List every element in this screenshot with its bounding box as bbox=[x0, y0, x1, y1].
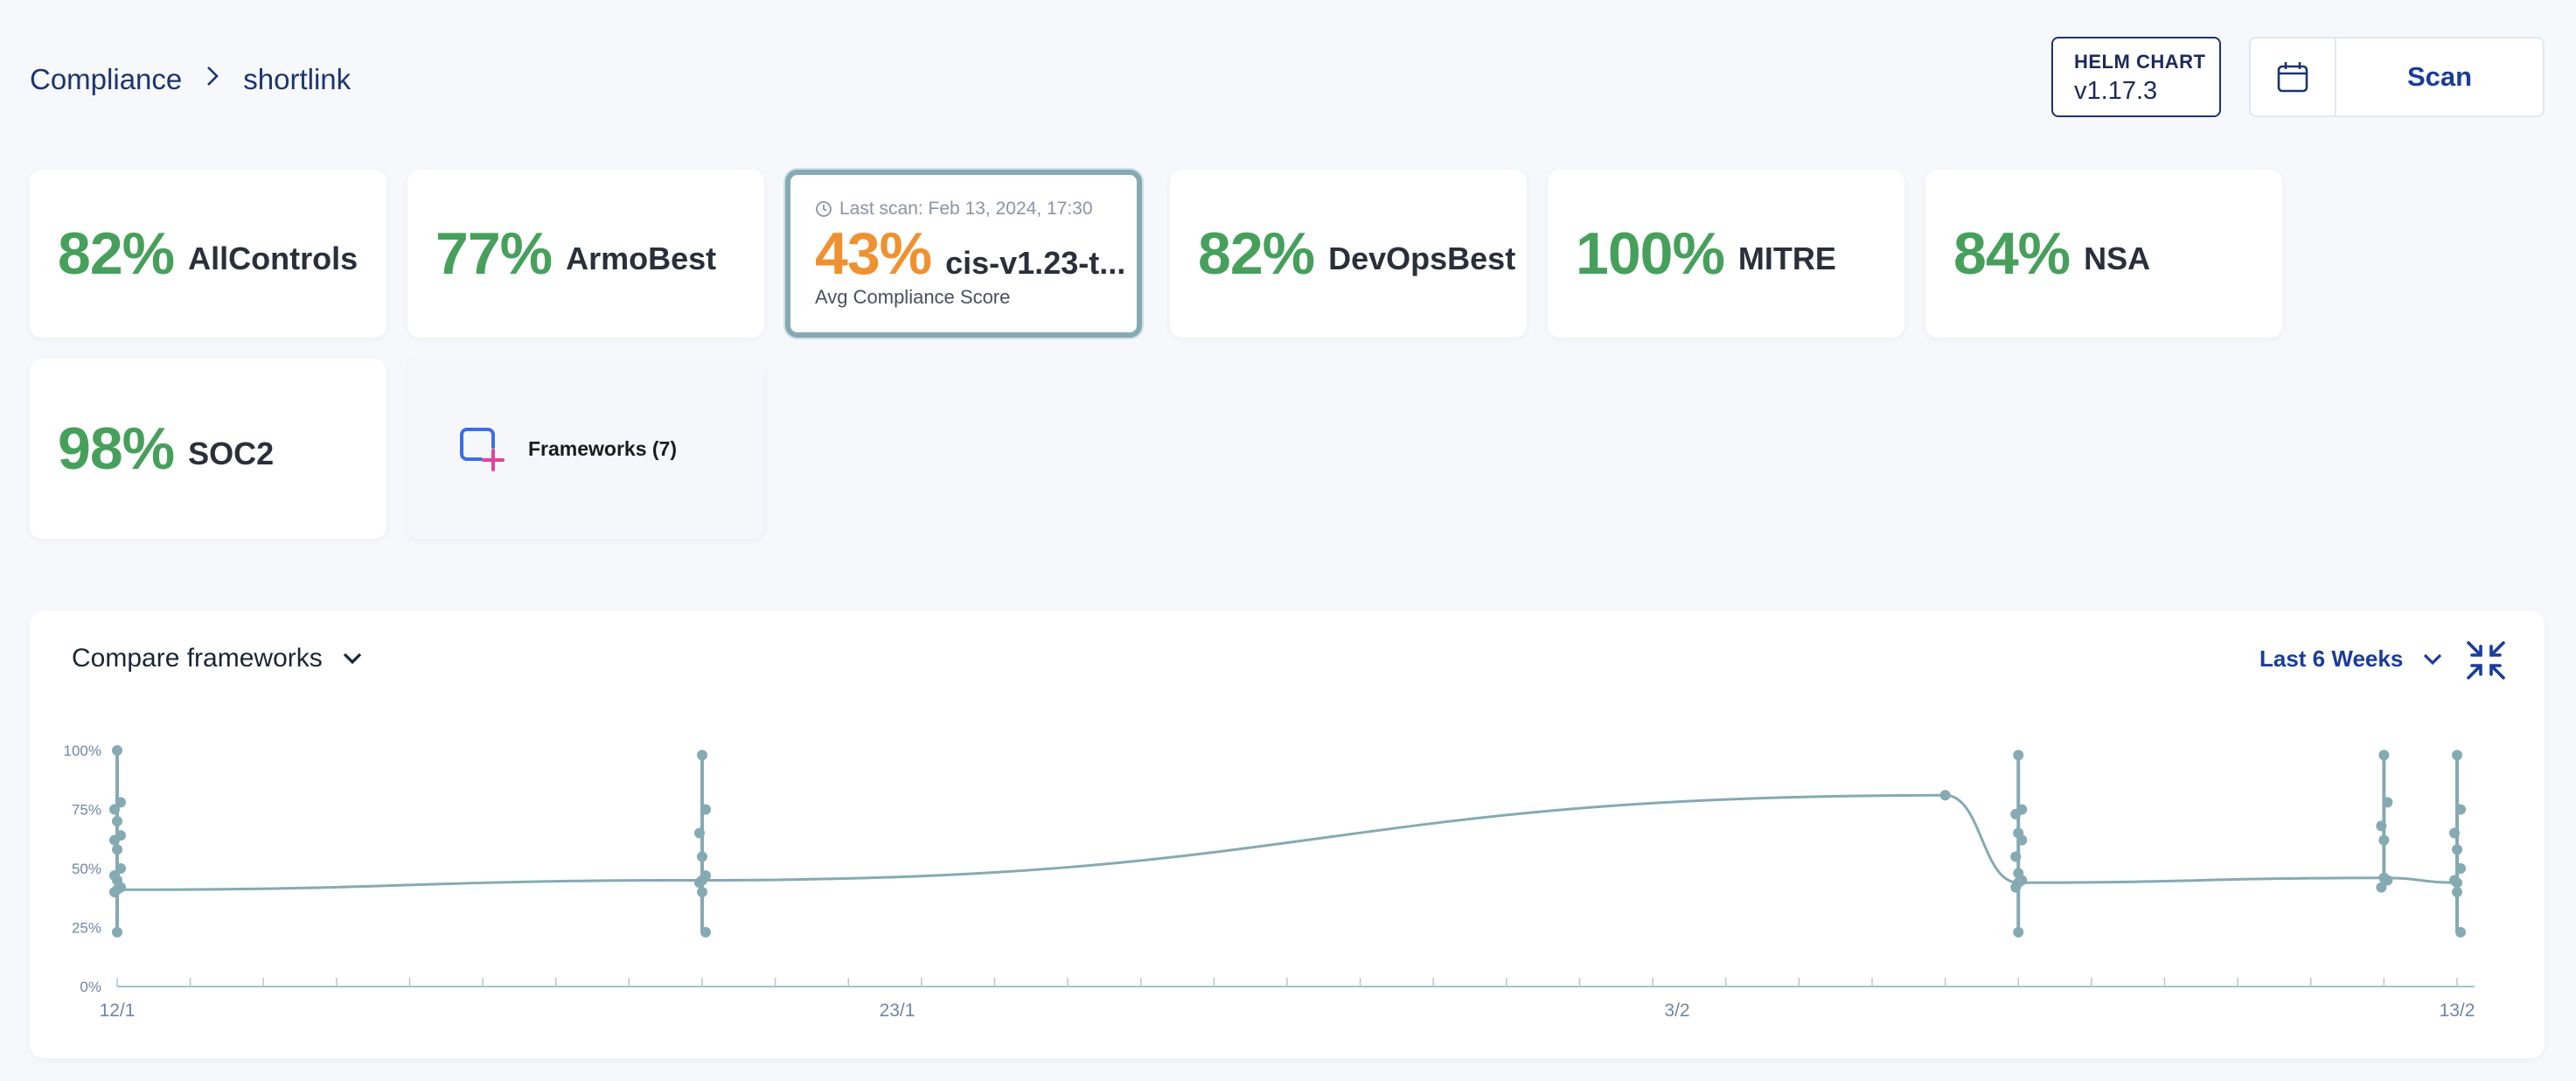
scan-point bbox=[700, 926, 711, 938]
scan-point bbox=[2010, 851, 2022, 862]
scan-point bbox=[2010, 808, 2022, 819]
breadcrumb-root-link[interactable]: Compliance bbox=[30, 63, 182, 96]
framework-score: 100% bbox=[1576, 220, 1725, 287]
framework-name: DevOpsBest bbox=[1328, 241, 1516, 276]
scan-point bbox=[2452, 887, 2462, 897]
scan-point bbox=[2382, 797, 2393, 808]
framework-card-devopsbest[interactable]: 82% DevOpsBest bbox=[1170, 170, 1527, 338]
framework-name: AllControls bbox=[188, 241, 359, 276]
add-framework-icon bbox=[460, 428, 505, 471]
x-tick-label: 3/2 bbox=[1664, 1001, 1689, 1021]
scan-button[interactable]: Scan bbox=[2336, 38, 2543, 115]
y-tick-label: 0% bbox=[80, 979, 101, 995]
scan-button-group: Scan bbox=[2249, 37, 2545, 117]
x-tick-label: 13/2 bbox=[2440, 1001, 2475, 1021]
scan-point bbox=[2449, 827, 2460, 839]
framework-score: 84% bbox=[1953, 220, 2071, 287]
frameworks-count-label: Frameworks (7) bbox=[528, 436, 678, 460]
framework-name: ArmoBest bbox=[566, 241, 717, 276]
scan-point bbox=[2016, 834, 2028, 846]
scan-point bbox=[694, 827, 705, 839]
x-tick-label: 12/1 bbox=[100, 1001, 136, 1021]
scan-point bbox=[2376, 820, 2387, 832]
scan-point bbox=[697, 851, 707, 862]
scan-point bbox=[697, 887, 707, 897]
framework-card-soc2[interactable]: 98% SOC2 bbox=[30, 359, 386, 539]
scan-point bbox=[112, 926, 122, 938]
framework-score: 82% bbox=[1198, 220, 1315, 287]
y-tick-label: 100% bbox=[64, 743, 101, 759]
framework-name: SOC2 bbox=[188, 436, 275, 471]
chevron-right-icon bbox=[205, 65, 220, 94]
framework-score: 77% bbox=[435, 220, 553, 287]
trend-point bbox=[2452, 877, 2462, 889]
scan-point bbox=[2455, 926, 2466, 938]
scan-point bbox=[2376, 882, 2387, 893]
framework-card-allcontrols[interactable]: 82% AllControls bbox=[30, 170, 386, 338]
framework-score: 82% bbox=[58, 220, 175, 287]
trend-point bbox=[112, 884, 122, 896]
framework-card-nsa[interactable]: 84% NSA bbox=[1925, 170, 2282, 338]
compliance-trend-chart: 0% 25% 50% 75% 100% 12/1 23/1 3/2 13/2 bbox=[64, 743, 2475, 1021]
scan-point bbox=[2452, 844, 2462, 855]
scan-point bbox=[2378, 834, 2390, 846]
framework-score: 43% bbox=[815, 220, 932, 287]
trend-point bbox=[2378, 872, 2390, 883]
breadcrumb-current: shortlink bbox=[243, 63, 352, 95]
scan-point bbox=[2455, 863, 2466, 874]
trend-point bbox=[697, 875, 707, 886]
framework-card-mitre[interactable]: 100% MITRE bbox=[1548, 170, 1904, 338]
framework-name: cis-v1.23-t... bbox=[945, 245, 1126, 281]
scan-point bbox=[112, 745, 122, 756]
framework-score: 98% bbox=[58, 415, 175, 482]
breadcrumb: Compliance shortlink bbox=[30, 63, 351, 96]
trend-point bbox=[2013, 877, 2024, 889]
trend-line bbox=[116, 793, 2458, 891]
y-tick-label: 25% bbox=[72, 920, 101, 937]
avg-compliance-label: Avg Compliance Score bbox=[815, 286, 1011, 308]
scan-point bbox=[2378, 750, 2390, 761]
y-tick-label: 50% bbox=[72, 861, 101, 877]
scan-point bbox=[2013, 750, 2024, 761]
framework-card-cis[interactable]: Last scan: Feb 13, 2024, 17:30 43% cis-v… bbox=[785, 170, 1142, 338]
clock-icon bbox=[816, 201, 832, 217]
scan-point bbox=[112, 844, 122, 855]
scan-point bbox=[700, 804, 711, 815]
add-frameworks-card[interactable]: Frameworks (7) bbox=[407, 359, 764, 539]
compare-frameworks-panel: Compare frameworks Last 6 Weeks 0% 25% 50%… bbox=[30, 610, 2545, 1058]
scan-point bbox=[112, 816, 122, 826]
trend-point bbox=[1939, 790, 1951, 801]
helm-chart-badge[interactable]: HELM CHART v1.17.3 bbox=[2051, 37, 2221, 117]
y-tick-label: 75% bbox=[72, 802, 101, 819]
scan-point bbox=[109, 834, 120, 846]
last-scan-text: Last scan: Feb 13, 2024, 17:30 bbox=[839, 199, 1093, 219]
framework-name: NSA bbox=[2084, 241, 2151, 276]
scan-point bbox=[2455, 804, 2466, 815]
scan-point bbox=[109, 804, 120, 815]
scan-point bbox=[2013, 926, 2024, 938]
scan-point bbox=[2452, 750, 2462, 761]
helm-chart-version: v1.17.3 bbox=[2074, 77, 2158, 105]
framework-name: MITRE bbox=[1737, 241, 1836, 276]
scan-point bbox=[697, 750, 707, 761]
framework-card-armobest[interactable]: 77% ArmoBest bbox=[407, 170, 764, 338]
helm-chart-title: HELM CHART bbox=[2074, 51, 2206, 73]
calendar-icon[interactable] bbox=[2251, 38, 2336, 115]
x-tick-label: 23/1 bbox=[880, 1001, 916, 1021]
last-scan-info: Last scan: Feb 13, 2024, 17:30 bbox=[815, 199, 1093, 220]
